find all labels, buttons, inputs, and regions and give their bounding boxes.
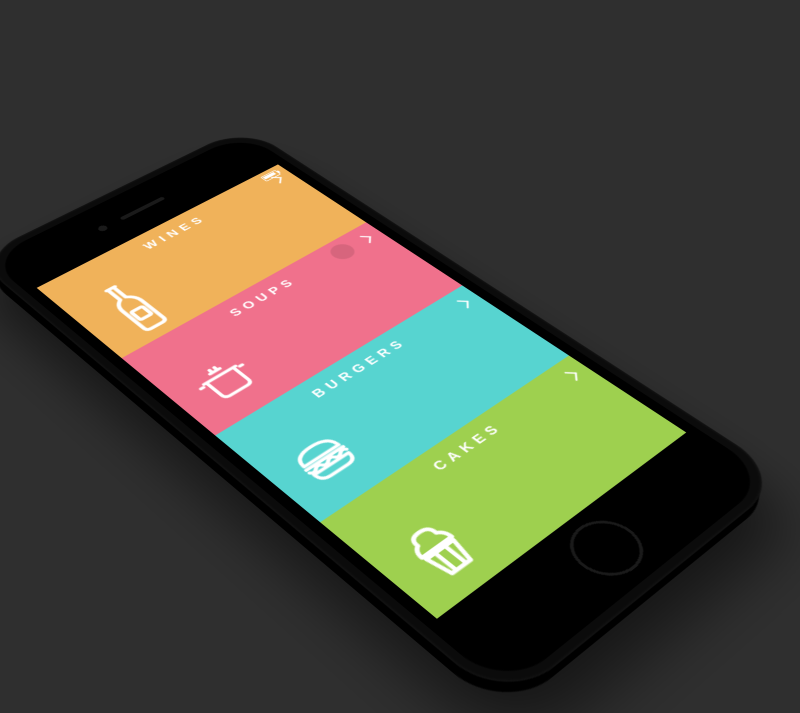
- chevron-right-icon: [457, 300, 469, 308]
- cupcake-icon: [378, 503, 500, 596]
- phone-frame: WINESSOUPSBURGERSCAKES BELL 4:21 PM 100%: [0, 126, 787, 706]
- chevron-right-icon: [359, 236, 370, 243]
